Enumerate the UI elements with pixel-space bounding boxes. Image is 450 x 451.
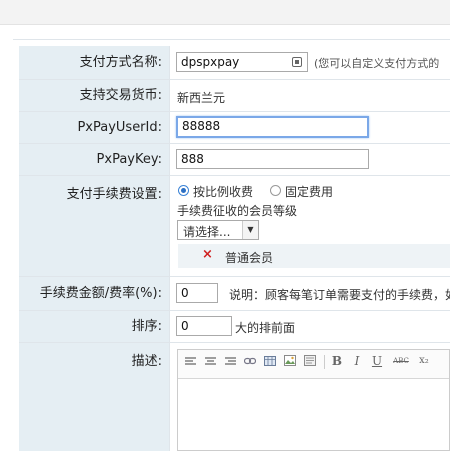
align-left-icon[interactable]	[182, 350, 198, 372]
radio-fixed[interactable]	[270, 185, 281, 196]
member-level-label: 手续费征收的会员等级	[177, 204, 298, 218]
strikethrough-icon[interactable]: ABC	[390, 350, 412, 372]
top-band	[0, 0, 450, 25]
bold-icon[interactable]: B	[329, 350, 345, 372]
row-key: PxPayKey: 888	[19, 144, 450, 176]
table-icon[interactable]	[262, 350, 278, 372]
fee-amount-cell: 0 说明：顾客每笔订单需要支付的手续费，如	[171, 277, 450, 310]
image-icon[interactable]	[282, 350, 298, 372]
sort-input[interactable]: 0	[176, 316, 232, 336]
description-label: 描述:	[19, 343, 170, 451]
row-sort: 排序: 0 大的排前面	[19, 311, 450, 343]
user-id-label: PxPayUserId:	[19, 112, 170, 143]
method-name-label: 支付方式名称:	[19, 46, 170, 79]
fee-amount-note: 说明：顾客每笔订单需要支付的手续费，如	[229, 288, 450, 302]
key-input[interactable]: 888	[176, 149, 369, 169]
italic-icon[interactable]: I	[349, 350, 365, 372]
method-name-hint: (您可以自定义支付方式的	[314, 57, 440, 70]
row-user-id: PxPayUserId: 88888	[19, 112, 450, 144]
media-icon[interactable]	[302, 350, 318, 372]
row-method-name: 支付方式名称: dpspxpay (您可以自定义支付方式的	[19, 46, 450, 80]
currency-cell: 新西兰元	[171, 80, 450, 111]
selected-level-name: 普通会员	[225, 251, 274, 265]
subscript-icon[interactable]: x₂	[416, 350, 432, 372]
key-label: PxPayKey:	[19, 144, 170, 175]
align-center-icon[interactable]	[202, 350, 218, 372]
row-fee-amount: 手续费金额/费率(%): 0 说明：顾客每笔订单需要支付的手续费，如	[19, 277, 450, 311]
currency-value: 新西兰元	[177, 91, 226, 105]
underline-icon[interactable]: U	[369, 350, 385, 372]
link-icon[interactable]	[242, 350, 258, 372]
member-level-select[interactable]: 请选择... ▼	[177, 220, 259, 240]
sort-note: 大的排前面	[235, 321, 296, 335]
fee-settings-label: 支付手续费设置:	[19, 176, 170, 276]
key-cell: 888	[171, 144, 450, 175]
sort-cell: 0 大的排前面	[171, 311, 450, 342]
sort-label: 排序:	[19, 311, 170, 342]
editor-toolbar: B I U ABC x₂	[178, 350, 449, 379]
radio-ratio[interactable]	[178, 185, 189, 196]
remove-level-icon[interactable]: ×	[202, 247, 213, 262]
radio-fixed-label: 固定费用	[285, 185, 334, 199]
method-name-cell: dpspxpay (您可以自定义支付方式的	[171, 46, 450, 79]
user-id-input[interactable]: 88888	[176, 116, 369, 138]
chevron-down-icon: ▼	[242, 221, 258, 239]
method-name-input[interactable]: dpspxpay	[176, 52, 308, 72]
rich-text-editor[interactable]: B I U ABC x₂	[177, 349, 450, 451]
radio-ratio-label: 按比例收费	[193, 185, 254, 199]
user-id-cell: 88888	[171, 112, 450, 143]
fee-amount-label: 手续费金额/费率(%):	[19, 277, 170, 310]
description-cell: B I U ABC x₂	[171, 343, 450, 451]
row-description: 描述: B I U ABC x₂	[19, 343, 450, 451]
fee-amount-input[interactable]: 0	[176, 283, 218, 303]
row-currency: 支持交易货币: 新西兰元	[19, 80, 450, 112]
currency-label: 支持交易货币:	[19, 80, 170, 111]
selected-level-tag: × 普通会员	[178, 244, 450, 268]
left-gutter	[0, 25, 13, 450]
field-lock-icon[interactable]	[292, 57, 302, 67]
align-right-icon[interactable]	[222, 350, 238, 372]
payment-settings-form: 支付方式名称: dpspxpay (您可以自定义支付方式的 支持交易货币: 新西…	[13, 39, 450, 451]
